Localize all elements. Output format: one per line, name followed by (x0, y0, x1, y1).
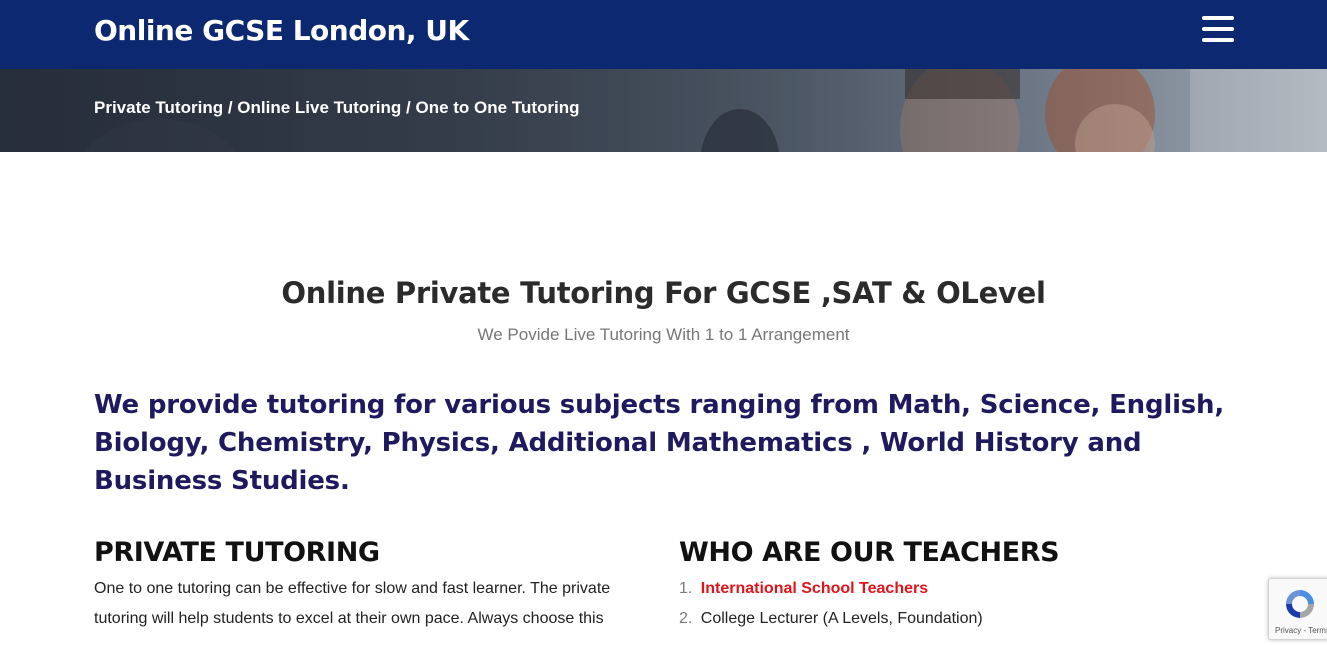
list-item: 2. College Lecturer (A Levels, Foundatio… (679, 604, 1239, 634)
subjects-intro: We provide tutoring for various subjects… (94, 390, 1225, 496)
list-item: 1. International School Teachers (679, 574, 1239, 604)
private-tutoring-section: PRIVATE TUTORING One to one tutoring can… (94, 537, 654, 634)
recaptcha-terms[interactable]: Privacy - Terms (1275, 626, 1327, 635)
teachers-list: 1. International School Teachers 2. Coll… (679, 574, 1239, 634)
teachers-section: WHO ARE OUR TEACHERS 1. International Sc… (679, 537, 1239, 634)
list-item-label: College Lecturer (A Levels, Foundation) (700, 610, 983, 627)
menu-bar (1202, 38, 1234, 42)
international-teachers-link[interactable]: International School Teachers (701, 580, 928, 597)
recaptcha-logo-icon (1286, 590, 1314, 618)
site-header: Online GCSE London, UK (0, 0, 1327, 69)
breadcrumb-item-online-live-tutoring[interactable]: Online Live Tutoring (237, 98, 401, 117)
private-tutoring-heading: PRIVATE TUTORING (94, 537, 380, 568)
breadcrumb-item-private-tutoring[interactable]: Private Tutoring (94, 98, 223, 117)
page-title: Online Private Tutoring For GCSE ,SAT & … (281, 276, 1046, 310)
recaptcha-badge[interactable]: Privacy - Terms (1268, 578, 1327, 640)
teachers-heading: WHO ARE OUR TEACHERS (679, 537, 1060, 568)
menu-bar (1202, 27, 1234, 31)
menu-bar (1202, 16, 1234, 20)
hamburger-menu-icon[interactable] (1201, 16, 1235, 44)
breadcrumb-separator: / (227, 98, 238, 117)
breadcrumb: Private Tutoring / Online Live Tutoring … (94, 98, 579, 118)
private-tutoring-text: One to one tutoring can be effective for… (94, 580, 611, 627)
list-number: 2. (679, 610, 693, 627)
hero-banner: Private Tutoring / Online Live Tutoring … (0, 69, 1327, 152)
page-subtitle: We Povide Live Tutoring With 1 to 1 Arra… (477, 325, 850, 344)
breadcrumb-item-current: One to One Tutoring (415, 98, 580, 117)
list-number: 1. (679, 580, 693, 597)
site-title[interactable]: Online GCSE London, UK (94, 14, 469, 47)
